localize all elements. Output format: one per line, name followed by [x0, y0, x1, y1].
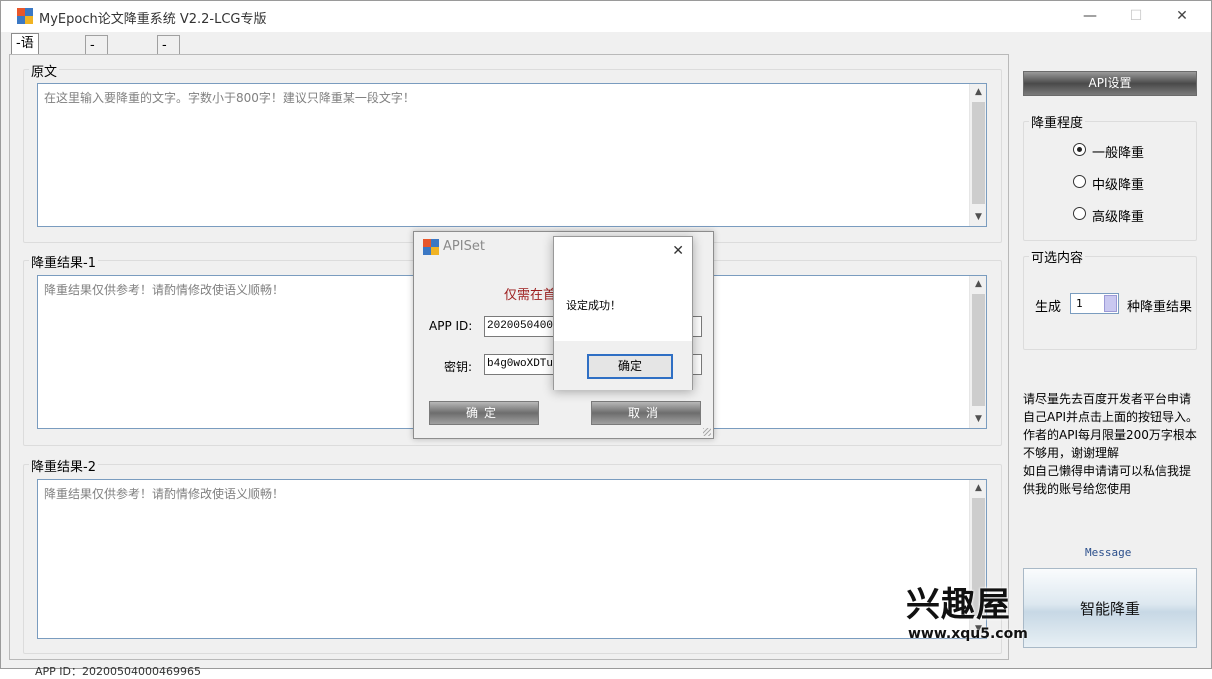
tab-instructions[interactable]: - 说明 - [157, 35, 180, 110]
api-settings-button[interactable]: API设置 [1023, 71, 1197, 96]
radio-medium-label[interactable]: 中级降重 [1092, 174, 1144, 193]
message-label: Message [1085, 546, 1132, 559]
note-line: 供我的账号给您使用 [1023, 482, 1132, 496]
appid-label: APP ID: [429, 319, 473, 333]
generate-prefix: 生成 [1035, 300, 1062, 315]
result2-placeholder: 降重结果仅供参考！请酌情修改使语义顺畅！ [44, 487, 285, 501]
apiset-cancel-button[interactable]: 取消 [591, 401, 701, 425]
radio-advanced[interactable] [1073, 207, 1086, 220]
message-box: ✕ 设定成功！ 确定 [553, 236, 693, 390]
close-button[interactable]: ✕ [1159, 1, 1205, 32]
app-icon [17, 8, 33, 24]
apiset-title: APISet [443, 239, 485, 254]
note-line: 自己API并点击上面的按钮导入。 [1023, 410, 1198, 424]
degree-legend: 降重程度 [1029, 112, 1086, 131]
original-textarea[interactable]: 在这里输入要降重的文字。字数小于800字！建议只降重某一段文字！ ▲ ▼ [37, 83, 987, 227]
msgbox-close-icon[interactable]: ✕ [672, 243, 684, 259]
radio-normal[interactable] [1073, 143, 1086, 156]
note-line: 作者的API每月限量200万字根本 [1023, 428, 1197, 442]
resize-grip-icon[interactable] [703, 428, 711, 436]
radio-normal-label[interactable]: 一般降重 [1092, 142, 1144, 161]
scroll-down-icon[interactable]: ▼ [970, 209, 987, 226]
result1-scrollbar[interactable]: ▲ ▼ [969, 276, 986, 428]
tab-translate[interactable]: - 翻译 - [85, 35, 108, 110]
title-bar: MyEpoch论文降重系统 V2.2-LCG专版 — ☐ ✕ [1, 1, 1211, 32]
result-count-stepper[interactable]: 1 [1070, 293, 1119, 314]
note-line: 如自己懒得申请请可以私信我提 [1023, 464, 1192, 478]
scroll-down-icon[interactable]: ▼ [970, 411, 987, 428]
radio-advanced-label[interactable]: 高级降重 [1092, 206, 1144, 225]
result1-legend: 降重结果-1 [29, 252, 98, 271]
apiset-ok-button[interactable]: 确定 [429, 401, 539, 425]
scroll-up-icon[interactable]: ▲ [970, 84, 987, 101]
scroll-thumb[interactable] [972, 102, 985, 204]
watermark-brand: 兴趣屋 [906, 585, 1011, 625]
stepper-arrows[interactable] [1104, 295, 1117, 312]
dialog-app-icon [423, 239, 439, 255]
result2-legend: 降重结果-2 [29, 456, 98, 475]
watermark: 兴趣屋 www.xqu5.com [906, 585, 1038, 645]
smart-rewrite-button[interactable]: 智能降重 [1023, 568, 1197, 648]
window-title: MyEpoch论文降重系统 V2.2-LCG专版 [39, 12, 267, 27]
watermark-url: www.xqu5.com [908, 626, 1028, 642]
original-scrollbar[interactable]: ▲ ▼ [969, 84, 986, 226]
result-count-value[interactable]: 1 [1076, 297, 1083, 310]
scroll-up-icon[interactable]: ▲ [970, 480, 987, 497]
msgbox-text: 设定成功！ [566, 299, 621, 312]
optional-legend: 可选内容 [1029, 247, 1086, 266]
scroll-up-icon[interactable]: ▲ [970, 276, 987, 293]
status-appid: APP ID：20200504000469965 [35, 665, 201, 678]
note-line: 不够用，谢谢理解 [1023, 446, 1120, 460]
msgbox-ok-button[interactable]: 确定 [587, 354, 673, 379]
note-line: 请尽量先去百度开发者平台申请 [1023, 392, 1192, 406]
generate-suffix: 种降重结果 [1127, 300, 1193, 315]
maximize-button[interactable]: ☐ [1113, 1, 1159, 32]
original-legend: 原文 [29, 61, 60, 80]
original-placeholder: 在这里输入要降重的文字。字数小于800字！建议只降重某一段文字！ [44, 91, 415, 105]
api-note: 请尽量先去百度开发者平台申请 自己API并点击上面的按钮导入。 作者的API每月… [1023, 390, 1201, 498]
scroll-thumb[interactable] [972, 294, 985, 406]
tab-segment-rewrite[interactable]: -语段降重- [11, 33, 39, 108]
minimize-button[interactable]: — [1067, 1, 1113, 32]
key-label: 密钥: [444, 360, 473, 374]
result1-placeholder: 降重结果仅供参考！请酌情修改使语义顺畅！ [44, 283, 285, 297]
result2-textarea[interactable]: 降重结果仅供参考！请酌情修改使语义顺畅！ ▲ ▼ [37, 479, 987, 639]
radio-medium[interactable] [1073, 175, 1086, 188]
